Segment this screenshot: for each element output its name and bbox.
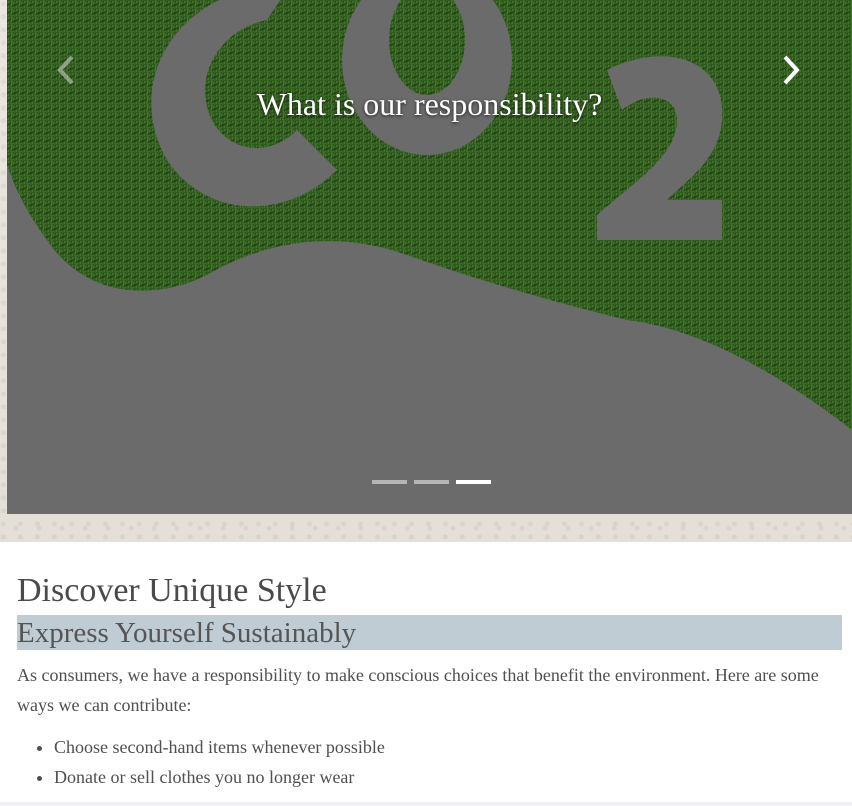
carousel-slide-active: What is our responsibility? bbox=[7, 0, 852, 514]
chevron-left-icon bbox=[57, 55, 74, 85]
tips-list: Choose second-hand items whenever possib… bbox=[17, 732, 835, 792]
section-title: Discover Unique Style bbox=[17, 572, 327, 609]
list-item: Donate or sell clothes you no longer wea… bbox=[54, 762, 835, 792]
intro-paragraph: As consumers, we have a responsibility t… bbox=[17, 665, 819, 715]
image-carousel: What is our responsibility? bbox=[0, 0, 852, 542]
carousel-indicator-1[interactable] bbox=[372, 480, 407, 484]
page: What is our responsibility? Discover Uni… bbox=[0, 0, 852, 806]
main-content: Discover Unique Style Express Yourself S… bbox=[0, 542, 852, 792]
chevron-right-icon bbox=[783, 55, 800, 85]
bottom-edge bbox=[0, 802, 852, 806]
carousel-indicator-2[interactable] bbox=[414, 480, 449, 484]
list-item: Choose second-hand items whenever possib… bbox=[54, 732, 835, 762]
section-subtitle: Express Yourself Sustainably bbox=[17, 615, 842, 650]
carousel-indicators bbox=[372, 480, 491, 484]
carousel-indicator-3[interactable] bbox=[456, 480, 491, 484]
carousel-prev-button[interactable] bbox=[53, 54, 99, 100]
carousel-next-button[interactable] bbox=[778, 54, 824, 100]
